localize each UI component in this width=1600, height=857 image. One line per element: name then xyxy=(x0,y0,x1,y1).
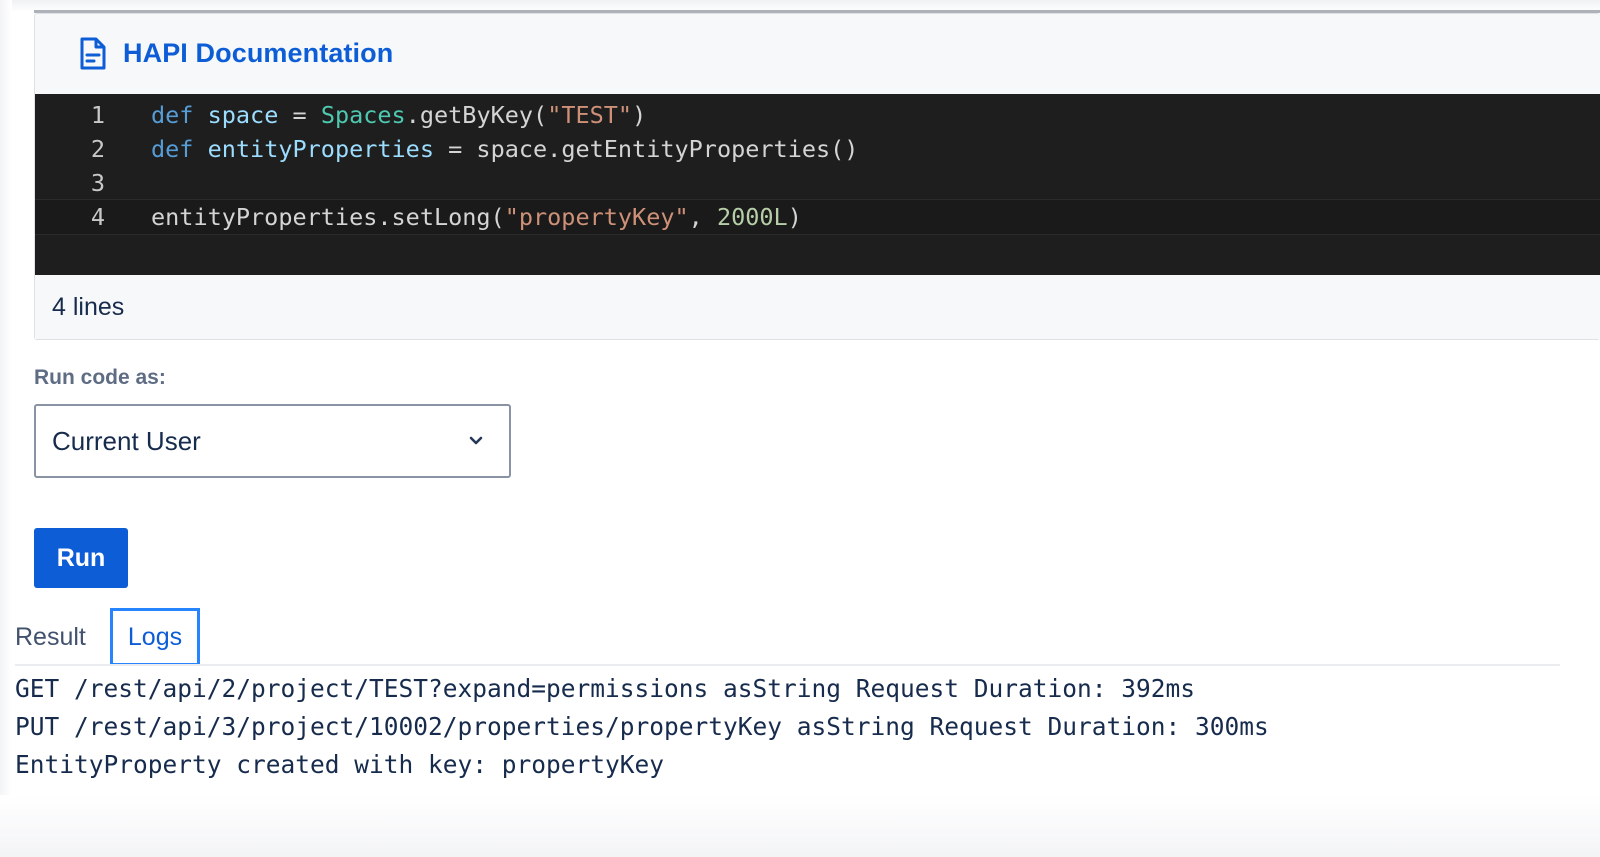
run-as-selected-value: Current User xyxy=(52,425,201,456)
line-number: 1 xyxy=(90,101,105,129)
logs-output: GET /rest/api/2/project/TEST?expand=perm… xyxy=(15,670,1269,784)
code-editor-card: HAPI Documentation 1 def space = Spaces.g… xyxy=(34,13,1600,340)
chevron-down-icon xyxy=(469,436,483,445)
code-line: 4 entityProperties.setLong("propertyKey",… xyxy=(35,199,1600,235)
run-button[interactable]: Run xyxy=(34,528,128,588)
tab-logs[interactable]: Logs xyxy=(110,608,200,666)
line-number: 3 xyxy=(90,169,105,197)
code-text: def space = Spaces.getByKey("TEST") xyxy=(151,101,647,129)
code-line: 2 def entityProperties = space.getEntityP… xyxy=(35,132,1600,166)
line-number: 2 xyxy=(90,135,105,163)
tabs-divider xyxy=(15,664,1560,666)
run-as-select[interactable]: Current User xyxy=(34,404,511,478)
code-text: entityProperties.setLong("propertyKey", … xyxy=(151,203,802,231)
code-text: def entityProperties = space.getEntityPr… xyxy=(151,135,859,163)
bottom-fade xyxy=(0,795,1600,857)
tab-result[interactable]: Result xyxy=(15,608,86,666)
code-line: 3 xyxy=(35,166,1600,200)
log-line: PUT /rest/api/3/project/10002/properties… xyxy=(15,712,1269,741)
code-line: 1 def space = Spaces.getByKey("TEST") xyxy=(35,98,1600,132)
document-icon xyxy=(80,37,106,69)
log-line: EntityProperty created with key: propert… xyxy=(15,750,665,779)
line-count: 4 lines xyxy=(35,275,1600,339)
hapi-documentation-link[interactable]: HAPI Documentation xyxy=(35,14,1600,93)
log-line: GET /rest/api/2/project/TEST?expand=perm… xyxy=(15,674,1196,703)
line-number: 4 xyxy=(90,203,105,231)
run-as-label: Run code as: xyxy=(34,366,166,389)
left-edge-shadow xyxy=(0,0,12,857)
output-tabs: Result Logs xyxy=(0,608,1600,666)
code-editor[interactable]: 1 def space = Spaces.getByKey("TEST") 2 def… xyxy=(35,94,1600,275)
doc-link-label: HAPI Documentation xyxy=(123,38,394,68)
